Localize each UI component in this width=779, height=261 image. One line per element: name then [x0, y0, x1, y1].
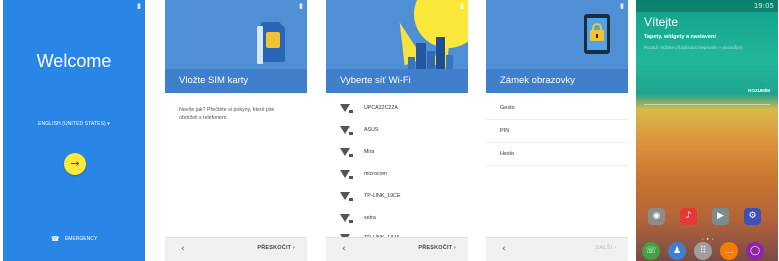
wifi-network-name: Mira [364, 149, 375, 155]
wifi-network-name: UPCA22C22A [364, 105, 398, 111]
wifi-network-name: xetra [364, 215, 376, 221]
chevron-down-icon: ▾ [107, 121, 110, 127]
status-bar: ▮ [326, 0, 468, 12]
apps-icon[interactable]: ⠿ [694, 242, 712, 260]
wifi-lock-icon [340, 214, 353, 223]
arrow-right-icon: → [70, 157, 80, 170]
home-screen: 19:05 Vítejte Tapety, widgety a nastaven… [636, 0, 778, 261]
wifi-network-item[interactable]: microcom [326, 163, 468, 187]
welcome-title: Welcome [36, 51, 112, 71]
welcome-screen: ▮ Welcome ENGLISH (UNITED STATES) ▾ → ☎ … [3, 0, 145, 261]
wifi-network-name: TP-LINK_19CE [364, 193, 401, 199]
phone-icon: ☎ [50, 235, 60, 243]
lock-option-pin[interactable]: PIN [486, 120, 628, 143]
next-button[interactable]: DALŠÍ › [595, 245, 616, 251]
wifi-lock-icon [340, 104, 353, 113]
settings-icon[interactable]: ⚙ [744, 208, 761, 225]
battery-icon: ▮ [299, 2, 303, 10]
status-bar: ▮ [165, 0, 307, 12]
wifi-lock-icon [340, 192, 353, 201]
back-button[interactable]: ‹ [502, 244, 506, 254]
lock-option-label: PIN [500, 128, 510, 134]
browser-icon[interactable]: ◯ [746, 242, 764, 260]
back-button[interactable]: ‹ [342, 244, 346, 254]
sim-header: ▮ Vložte SIM karty [165, 0, 307, 93]
welcome-tip-description: Pozadí můžete přizpůsobit klepnutím v po… [644, 45, 743, 50]
page-indicator: • ● • [702, 236, 715, 241]
welcome-tip-subtitle: Tapety, widgety a nastavení [644, 34, 716, 40]
contacts-icon[interactable]: ♟ [668, 242, 686, 260]
bottom-nav: ‹ PŘESKOČIT › [165, 237, 307, 261]
wifi-network-item[interactable]: ASUS [326, 119, 468, 143]
messages-icon[interactable]: … [720, 242, 738, 260]
lock-option-label: Heslo [500, 151, 515, 157]
got-it-button[interactable]: ROZUMÍM [748, 88, 770, 93]
wifi-network-name: microcom [364, 171, 387, 177]
padlock-illustration [584, 14, 610, 54]
wifi-screen: ▮ Vyberte síť Wi-Fi UPCA22C22A ASUS Mira… [326, 0, 468, 261]
sim-screen: ▮ Vložte SIM karty Nevíte jak? Přečtěte … [165, 0, 307, 261]
welcome-tip-title: Vítejte [644, 15, 679, 29]
bottom-nav: ‹ DALŠÍ › [486, 237, 628, 261]
sim-instructions: Nevíte jak? Přečtěte si pokyny, které js… [179, 107, 275, 121]
next-button[interactable]: → [64, 153, 86, 175]
status-time: 19:05 [753, 2, 774, 10]
wifi-network-item[interactable]: UPCA22C22A [326, 97, 468, 121]
status-bar: 19:05 [636, 0, 778, 12]
wifi-network-item[interactable]: TP-LINK_19CE [326, 185, 468, 209]
language-label: ENGLISH (UNITED STATES) [38, 121, 106, 127]
status-bar: ▮ [486, 0, 628, 12]
page-title: Vyberte síť Wi-Fi [340, 75, 411, 86]
lock-option-gesture[interactable]: Gesto [486, 97, 628, 120]
wifi-lock-icon [340, 126, 353, 135]
lock-option-label: Gesto [500, 105, 515, 111]
battery-icon: ▮ [460, 2, 464, 10]
wifi-network-item[interactable]: Mira [326, 141, 468, 165]
wifi-header: ▮ Vyberte síť Wi-Fi [326, 0, 468, 93]
battery-icon: ▮ [620, 2, 624, 10]
phone-icon[interactable]: ☏ [642, 242, 660, 260]
sim-content: Nevíte jak? Přečtěte si pokyny, které js… [165, 93, 307, 237]
lock-option-password[interactable]: Heslo [486, 143, 628, 166]
wifi-network-name: ASUS [364, 127, 379, 133]
sim-card-illustration [257, 21, 286, 64]
emergency-button[interactable]: ☎ EMERGENCY [3, 235, 145, 243]
status-bar: ▮ [3, 0, 145, 12]
wifi-list: UPCA22C22A ASUS Mira microcom TP-LINK_19… [326, 93, 468, 243]
emergency-label: EMERGENCY [64, 236, 98, 242]
wifi-lock-icon [340, 170, 353, 179]
bottom-nav: ‹ PŘESKOČIT › [326, 237, 468, 261]
lock-screen-setup: ▮ Zámek obrazovky Gesto PIN Heslo ‹ DALŠ… [486, 0, 628, 261]
back-button[interactable]: ‹ [181, 244, 185, 254]
lock-header: ▮ Zámek obrazovky [486, 0, 628, 93]
battery-icon: ▮ [137, 2, 141, 10]
wifi-lock-icon [340, 148, 353, 157]
camera-icon[interactable]: ◉ [648, 208, 665, 225]
play-store-icon[interactable]: ▶ [712, 208, 729, 225]
language-selector[interactable]: ENGLISH (UNITED STATES) ▾ [3, 121, 145, 127]
music-icon[interactable]: ♪ [680, 208, 697, 225]
skip-button[interactable]: PŘESKOČIT › [257, 245, 295, 251]
skip-button[interactable]: PŘESKOČIT › [418, 245, 456, 251]
lock-options: Gesto PIN Heslo [486, 93, 628, 237]
page-title: Zámek obrazovky [500, 75, 575, 86]
page-title: Vložte SIM karty [179, 75, 249, 86]
